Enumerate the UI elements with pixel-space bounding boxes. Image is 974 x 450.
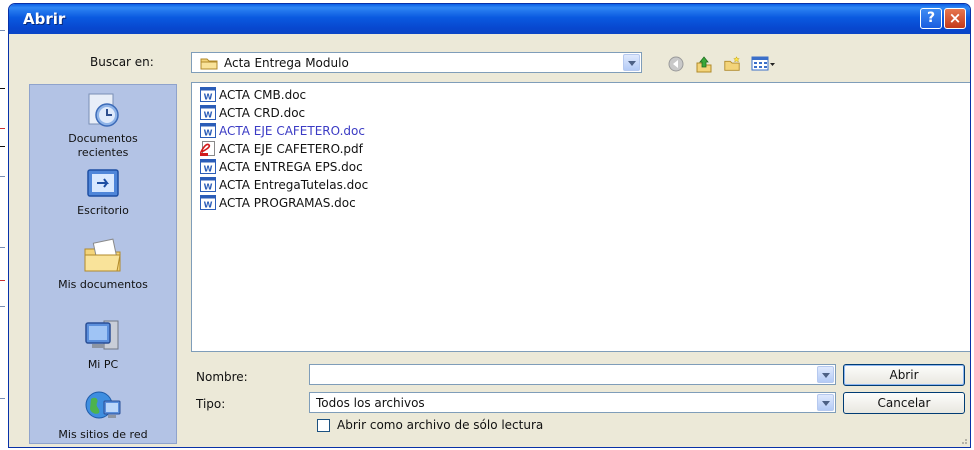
readonly-label[interactable]: Abrir como archivo de sólo lectura <box>337 418 543 432</box>
places-bar: Documentos recientes Escritorio Mis docu… <box>29 84 177 444</box>
svg-text:W: W <box>204 201 213 210</box>
open-button[interactable]: Abrir <box>843 364 965 386</box>
cancel-button[interactable]: Cancelar <box>843 392 965 414</box>
chevron-down-icon[interactable] <box>817 394 834 411</box>
place-label-line: Escritorio <box>77 204 129 217</box>
file-name: ACTA CMB.doc <box>219 88 307 102</box>
new-folder-icon[interactable] <box>723 55 741 73</box>
file-item[interactable]: ACTA EJE CAFETERO.pdf <box>200 141 363 158</box>
word-document-icon: W <box>200 159 216 174</box>
edge-mark <box>0 176 5 177</box>
look-in-combo[interactable]: Acta Entrega Modulo <box>191 52 642 73</box>
word-document-icon: W <box>200 87 216 102</box>
word-document-icon: W <box>200 177 216 192</box>
word-document-icon: W <box>200 123 216 138</box>
svg-text:W: W <box>204 129 213 138</box>
file-name: ACTA EntregaTutelas.doc <box>219 178 369 192</box>
file-name: ACTA EJE CAFETERO.doc <box>219 124 365 138</box>
file-name: ACTA EJE CAFETERO.pdf <box>219 142 363 156</box>
place-label-line: Documentos <box>68 132 138 145</box>
up-folder-icon[interactable] <box>695 55 713 73</box>
word-document-icon: W <box>200 195 216 210</box>
background-window-edge <box>0 0 8 450</box>
chevron-down-icon[interactable] <box>623 54 640 71</box>
edge-mark <box>0 398 5 399</box>
filename-combo[interactable] <box>309 364 836 385</box>
window-title: Abrir <box>23 10 66 28</box>
edge-mark <box>0 88 5 89</box>
word-document-icon: W <box>200 105 216 120</box>
place-my-documents-label: Mis documentos <box>30 278 176 292</box>
my-computer-icon <box>85 320 119 350</box>
place-my-computer[interactable]: Mi PC <box>30 317 176 372</box>
views-menu-icon[interactable] <box>751 55 777 73</box>
file-item[interactable]: W ACTA ENTREGA EPS.doc <box>200 159 363 176</box>
place-label-line: Mis sitios de red <box>58 428 148 441</box>
file-name: ACTA PROGRAMAS.doc <box>219 196 356 210</box>
pdf-document-icon <box>200 141 215 156</box>
place-label-line: Mi PC <box>87 358 119 371</box>
my-documents-icon <box>84 238 121 272</box>
edge-mark <box>0 247 5 248</box>
network-places-icon <box>85 391 121 419</box>
file-item[interactable]: W ACTA EntregaTutelas.doc <box>200 177 368 194</box>
file-item-highlighted[interactable]: W ACTA EJE CAFETERO.doc <box>200 123 365 140</box>
folder-icon <box>200 58 218 70</box>
place-label-line: Mis documentos <box>58 278 148 291</box>
help-button[interactable]: ? <box>920 8 942 29</box>
edge-mark <box>0 280 5 281</box>
filename-label: Nombre: <box>196 370 248 384</box>
place-my-computer-label: Mi PC <box>30 358 176 372</box>
svg-text:W: W <box>204 165 213 174</box>
readonly-checkbox[interactable] <box>317 419 330 432</box>
edge-mark <box>0 128 5 129</box>
place-network-label: Mis sitios de red <box>30 428 176 442</box>
open-file-dialog: Abrir ? × Buscar en: Acta Entrega Modulo <box>8 3 971 448</box>
place-my-documents[interactable]: Mis documentos <box>30 235 176 292</box>
desktop-icon <box>87 169 119 197</box>
file-item[interactable]: W ACTA PROGRAMAS.doc <box>200 195 356 212</box>
recent-documents-icon <box>88 93 119 127</box>
title-bar[interactable]: Abrir ? × <box>9 4 970 34</box>
back-icon[interactable] <box>667 55 685 73</box>
chevron-down-icon[interactable] <box>817 366 834 383</box>
file-item[interactable]: W ACTA CMB.doc <box>200 87 306 104</box>
place-recent[interactable]: Documentos recientes <box>30 91 176 160</box>
place-label-line: recientes <box>77 146 129 159</box>
place-network[interactable]: Mis sitios de red <box>30 387 176 442</box>
svg-text:W: W <box>204 111 213 120</box>
edge-mark <box>0 146 5 147</box>
resize-grip-icon[interactable] <box>958 435 968 445</box>
file-name: ACTA CRD.doc <box>219 106 306 120</box>
filetype-combo[interactable]: Todos los archivos <box>309 392 836 413</box>
filetype-value: Todos los archivos <box>316 396 425 410</box>
filetype-label: Tipo: <box>196 397 226 411</box>
place-desktop-label: Escritorio <box>30 204 176 218</box>
edge-mark <box>0 30 5 31</box>
svg-text:W: W <box>204 93 213 102</box>
file-list[interactable]: W ACTA CMB.doc W ACTA CRD.doc W ACTA EJE CA… <box>191 82 970 352</box>
svg-text:W: W <box>204 183 213 192</box>
place-desktop[interactable]: Escritorio <box>30 167 176 218</box>
look-in-label: Buscar en: <box>90 55 154 69</box>
file-item[interactable]: W ACTA CRD.doc <box>200 105 305 122</box>
edge-mark <box>0 306 5 307</box>
look-in-value: Acta Entrega Modulo <box>224 56 349 70</box>
file-name: ACTA ENTREGA EPS.doc <box>219 160 363 174</box>
close-button[interactable]: × <box>944 8 966 29</box>
place-recent-label: Documentos recientes <box>30 132 176 160</box>
